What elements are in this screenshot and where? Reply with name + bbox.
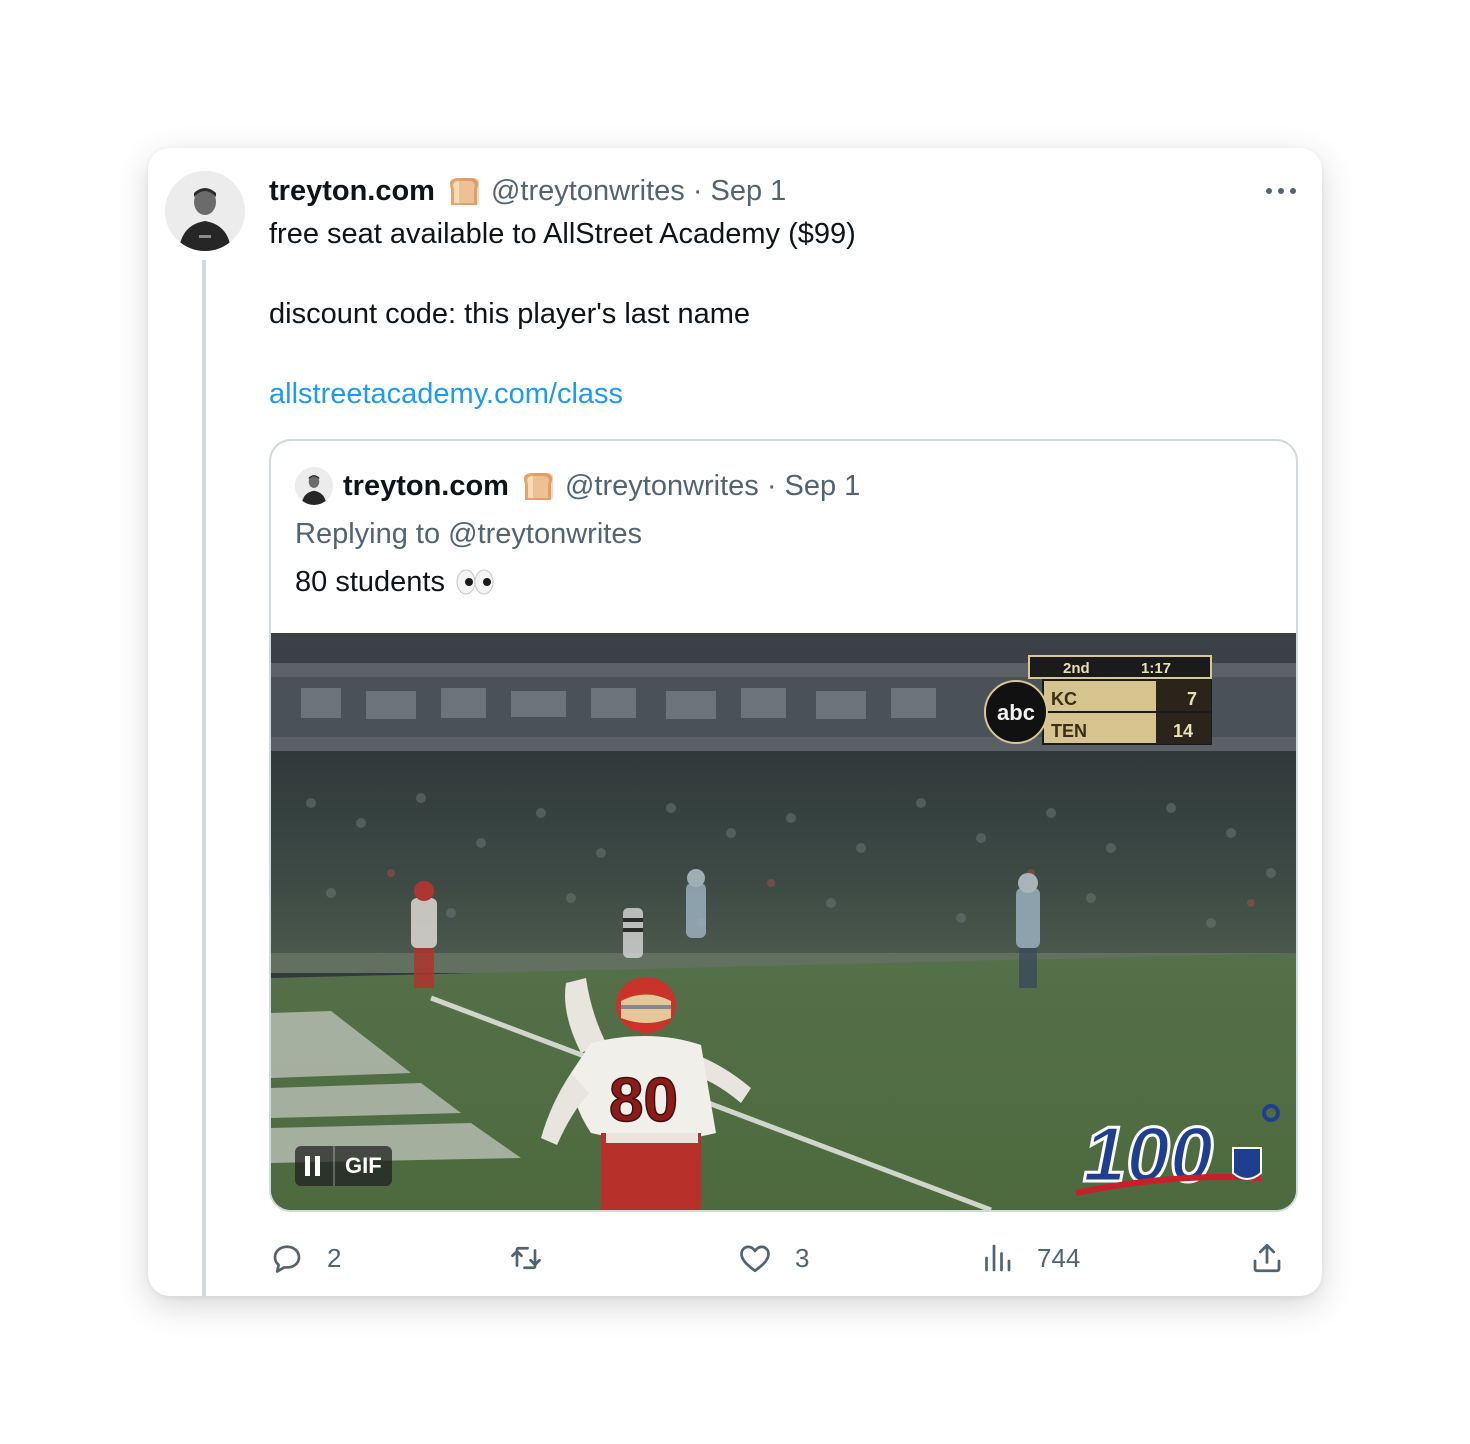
gif-pause-button[interactable]: GIF xyxy=(295,1146,392,1186)
scoreboard-clock: 1:17 xyxy=(1141,660,1171,677)
scoreboard-team1: KC xyxy=(1051,689,1077,709)
tweet-text-line: discount code: this player's last name xyxy=(269,298,751,330)
logo-text: 100 xyxy=(1083,1110,1213,1198)
author-name[interactable]: treyton.com xyxy=(269,175,435,208)
author-handle[interactable]: @treytonwrites xyxy=(491,175,685,208)
tweet-card[interactable]: treyton.com @treytonwrites · Sep 1 free … xyxy=(148,148,1322,1296)
tweet-actions: 2 3 744 xyxy=(269,1236,1299,1280)
heart-icon xyxy=(740,1245,770,1273)
tweet-text-line: free seat available to AllStreet Academy… xyxy=(269,218,856,250)
tweet-body: free seat available to AllStreet Academy… xyxy=(269,214,1299,414)
quoted-tweet-date: Sep 1 xyxy=(784,469,861,502)
views-count: 744 xyxy=(1037,1242,1081,1273)
retweet-icon xyxy=(511,1246,541,1270)
share-button[interactable] xyxy=(1249,1236,1285,1280)
views-button[interactable]: 744 xyxy=(979,1236,1080,1280)
reply-icon xyxy=(273,1245,301,1273)
reply-count: 2 xyxy=(327,1242,342,1273)
more-icon xyxy=(1266,188,1296,194)
quoted-tweet[interactable]: treyton.com @treytonwrites · Sep 1 Reply… xyxy=(269,439,1298,1212)
header-separator: · xyxy=(766,469,777,502)
author-avatar[interactable] xyxy=(165,171,245,251)
like-button[interactable]: 3 xyxy=(737,1236,809,1280)
football-gif-frame: 80 2nd 1:17 KC TEN 7 14 abc 100 xyxy=(271,633,1296,1210)
share-icon xyxy=(1253,1243,1281,1273)
tweet-link[interactable]: allstreetacademy.com/class xyxy=(269,378,623,410)
like-count: 3 xyxy=(795,1242,810,1273)
header-separator: · xyxy=(692,174,703,207)
reply-button[interactable]: 2 xyxy=(269,1236,341,1280)
bread-icon xyxy=(519,470,555,502)
pause-icon xyxy=(305,1156,320,1176)
replying-to-text: Replying to @treytonwrites xyxy=(295,518,642,550)
quoted-author-name: treyton.com xyxy=(343,469,509,502)
retweet-button[interactable] xyxy=(508,1236,566,1280)
avatar-photo xyxy=(165,171,245,251)
bread-icon xyxy=(445,175,481,207)
scoreboard-team2: TEN xyxy=(1051,721,1087,741)
scoreboard-score2: 14 xyxy=(1173,721,1193,741)
views-chart-icon xyxy=(985,1244,1011,1272)
scoreboard-quarter: 2nd xyxy=(1063,660,1090,677)
scoreboard-network: abc xyxy=(997,700,1035,725)
more-options-button[interactable] xyxy=(1261,178,1301,204)
jersey-number: 80 xyxy=(609,1066,678,1135)
tweet-date[interactable]: Sep 1 xyxy=(710,175,786,208)
quoted-author-handle: @treytonwrites xyxy=(564,469,759,502)
scoreboard-score1: 7 xyxy=(1187,689,1197,709)
quoted-author-avatar xyxy=(295,467,333,505)
gif-media[interactable]: 80 2nd 1:17 KC TEN 7 14 abc 100 GIF xyxy=(271,633,1296,1210)
quoted-tweet-text: 80 students xyxy=(295,566,445,598)
eyes-icon xyxy=(455,567,495,597)
gif-label: GIF xyxy=(345,1153,382,1178)
tweet-header: treyton.com @treytonwrites · Sep 1 xyxy=(269,170,1299,212)
quoted-tweet-header: treyton.com @treytonwrites · Sep 1 xyxy=(295,465,860,507)
thread-connector-line xyxy=(202,260,206,1296)
quoted-tweet-body: 80 students xyxy=(295,561,495,603)
badge-divider xyxy=(333,1146,335,1186)
tweet-content: treyton.com @treytonwrites · Sep 1 free … xyxy=(269,170,1299,414)
